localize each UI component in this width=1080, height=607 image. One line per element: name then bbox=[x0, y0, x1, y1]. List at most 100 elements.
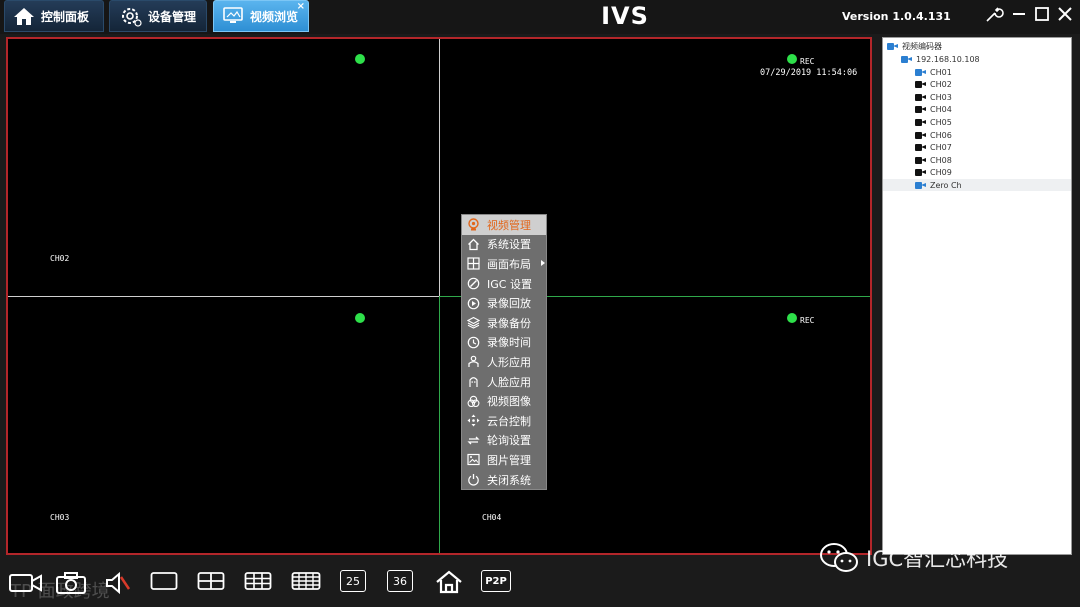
menu-item-playback[interactable]: 录像回放 bbox=[462, 293, 546, 313]
menu-item-label: 视频图像 bbox=[487, 395, 531, 409]
layout-36-button[interactable]: 36 bbox=[387, 570, 413, 592]
menu-item-label: 视频管理 bbox=[487, 218, 531, 232]
home-icon bbox=[468, 238, 479, 251]
menu-item-label: 关闭系统 bbox=[487, 473, 531, 487]
tree-channel[interactable]: CH04 bbox=[883, 104, 1071, 116]
layout-4-button[interactable] bbox=[197, 570, 225, 592]
tree-channel[interactable]: CH08 bbox=[883, 154, 1071, 166]
wechat-icon bbox=[820, 543, 858, 572]
menu-item-human-detect[interactable]: 人形应用 bbox=[462, 352, 546, 372]
layout-16-button[interactable] bbox=[291, 570, 321, 592]
camera-icon bbox=[915, 169, 926, 177]
tab-device-management[interactable]: 设备管理 bbox=[109, 0, 207, 32]
rec-label: REC bbox=[800, 57, 815, 66]
face-icon bbox=[469, 377, 478, 388]
camera-icon bbox=[915, 81, 926, 89]
device-tree[interactable]: 视频编码器 192.168.10.108 CH01 CH02 CH03 CH04… bbox=[882, 37, 1072, 555]
home-icon[interactable] bbox=[434, 570, 464, 594]
menu-item-picture-manage[interactable]: 图片管理 bbox=[462, 450, 546, 470]
power-icon bbox=[468, 474, 479, 486]
menu-item-label: 轮询设置 bbox=[487, 434, 531, 448]
tree-device-label: 192.168.10.108 bbox=[916, 54, 980, 64]
brand-watermark: IGC智汇芯科技 bbox=[818, 541, 1008, 575]
tree-channel-label: CH06 bbox=[930, 130, 952, 140]
maximize-icon[interactable] bbox=[1032, 4, 1052, 24]
tree-channel-label: CH03 bbox=[930, 92, 952, 102]
grid-divider-vertical bbox=[439, 296, 440, 553]
menu-item-label: 系统设置 bbox=[487, 238, 531, 252]
layout-1-button[interactable] bbox=[150, 570, 178, 592]
tree-channel[interactable]: CH05 bbox=[883, 116, 1071, 128]
menu-item-cycle-settings[interactable]: 轮询设置 bbox=[462, 431, 546, 451]
person-icon bbox=[468, 356, 479, 368]
grid-divider-vertical bbox=[439, 39, 440, 296]
tree-root-label: 视频编码器 bbox=[902, 41, 942, 51]
menu-item-shutdown[interactable]: 关闭系统 bbox=[462, 470, 546, 490]
menu-item-ptz-control[interactable]: 云台控制 bbox=[462, 411, 546, 431]
layers-icon bbox=[467, 317, 480, 329]
channel-label: CH03 bbox=[50, 513, 70, 522]
wrench-icon[interactable] bbox=[984, 4, 1004, 24]
tree-channel-label: CH01 bbox=[930, 67, 952, 77]
menu-item-igc-settings[interactable]: IGC 设置 bbox=[462, 274, 546, 294]
layout-25-button[interactable]: 25 bbox=[340, 570, 366, 592]
igc-icon bbox=[467, 277, 480, 290]
p2p-label: P2P bbox=[485, 575, 507, 587]
tree-channel-label: CH08 bbox=[930, 155, 952, 165]
status-dot bbox=[355, 313, 365, 323]
menu-item-face-detect[interactable]: 人脸应用 bbox=[462, 372, 546, 392]
tree-device[interactable]: 192.168.10.108 bbox=[883, 53, 1071, 65]
channel-label: CH04 bbox=[482, 513, 502, 522]
menu-item-label: 画面布局 bbox=[487, 257, 531, 271]
submenu-arrow-icon bbox=[541, 260, 545, 267]
menu-item-label: 人形应用 bbox=[487, 355, 531, 369]
tree-channel[interactable]: Zero Ch bbox=[883, 179, 1071, 192]
minimize-icon[interactable] bbox=[1009, 4, 1029, 24]
tree-channel[interactable]: CH06 bbox=[883, 129, 1071, 141]
menu-item-label: 录像时间 bbox=[487, 336, 531, 350]
brand-watermark-text: IGC智汇芯科技 bbox=[866, 547, 1009, 571]
tree-channel-label: CH07 bbox=[930, 143, 952, 153]
camera-icon bbox=[915, 131, 926, 139]
tree-channel[interactable]: CH07 bbox=[883, 142, 1071, 154]
top-bar: 控制面板 设备管理 视频浏览 × IVS Version 1.0.4.131 bbox=[0, 0, 1080, 34]
tree-channel[interactable]: CH03 bbox=[883, 91, 1071, 103]
app-title: IVS bbox=[601, 2, 649, 30]
layout-25-label: 25 bbox=[346, 574, 360, 588]
close-icon[interactable] bbox=[1055, 4, 1075, 24]
tree-channel-label: CH04 bbox=[930, 105, 952, 115]
tree-channel[interactable]: CH01 bbox=[883, 66, 1071, 78]
menu-item-video-image[interactable]: 视频图像 bbox=[462, 391, 546, 411]
video-grid[interactable]: CH02 REC 07/29/2019 11:54:06 CH03 REC CH… bbox=[6, 37, 872, 555]
p2p-button[interactable]: P2P bbox=[481, 570, 511, 592]
menu-item-record-time[interactable]: 录像时间 bbox=[462, 333, 546, 353]
camera-icon bbox=[915, 144, 926, 152]
menu-item-label: 录像备份 bbox=[487, 316, 531, 330]
menu-item-label: 图片管理 bbox=[487, 453, 531, 467]
camera-icon bbox=[901, 55, 912, 63]
layout-9-button[interactable] bbox=[244, 570, 272, 592]
picture-icon bbox=[467, 454, 480, 466]
tab-close-button[interactable]: × bbox=[297, 1, 305, 13]
tree-channel[interactable]: CH09 bbox=[883, 167, 1071, 179]
menu-item-system-settings[interactable]: 系统设置 bbox=[462, 235, 546, 255]
grid-divider-horizontal bbox=[8, 296, 439, 297]
tree-channel-label: CH05 bbox=[930, 117, 952, 127]
video-manage-icon bbox=[468, 218, 479, 231]
menu-item-layout[interactable]: 画面布局 bbox=[462, 254, 546, 274]
tree-root[interactable]: 视频编码器 bbox=[883, 40, 1071, 52]
menu-item-backup[interactable]: 录像备份 bbox=[462, 313, 546, 333]
tab-label: 视频浏览 bbox=[250, 9, 299, 24]
rec-dot bbox=[787, 313, 797, 323]
version-label: Version 1.0.4.131 bbox=[842, 10, 951, 23]
rec-dot bbox=[787, 54, 797, 64]
menu-item-video-manage[interactable]: 视频管理 bbox=[462, 215, 546, 235]
status-dot bbox=[355, 54, 365, 64]
tab-control-panel[interactable]: 控制面板 bbox=[4, 0, 104, 32]
tab-video-browse[interactable]: 视频浏览 × bbox=[213, 0, 309, 32]
menu-item-label: IGC 设置 bbox=[487, 277, 532, 291]
tree-channel[interactable]: CH02 bbox=[883, 79, 1071, 91]
clock-icon bbox=[467, 336, 480, 349]
camera-icon bbox=[915, 118, 926, 126]
osd-datetime: 07/29/2019 11:54:06 bbox=[760, 68, 858, 78]
